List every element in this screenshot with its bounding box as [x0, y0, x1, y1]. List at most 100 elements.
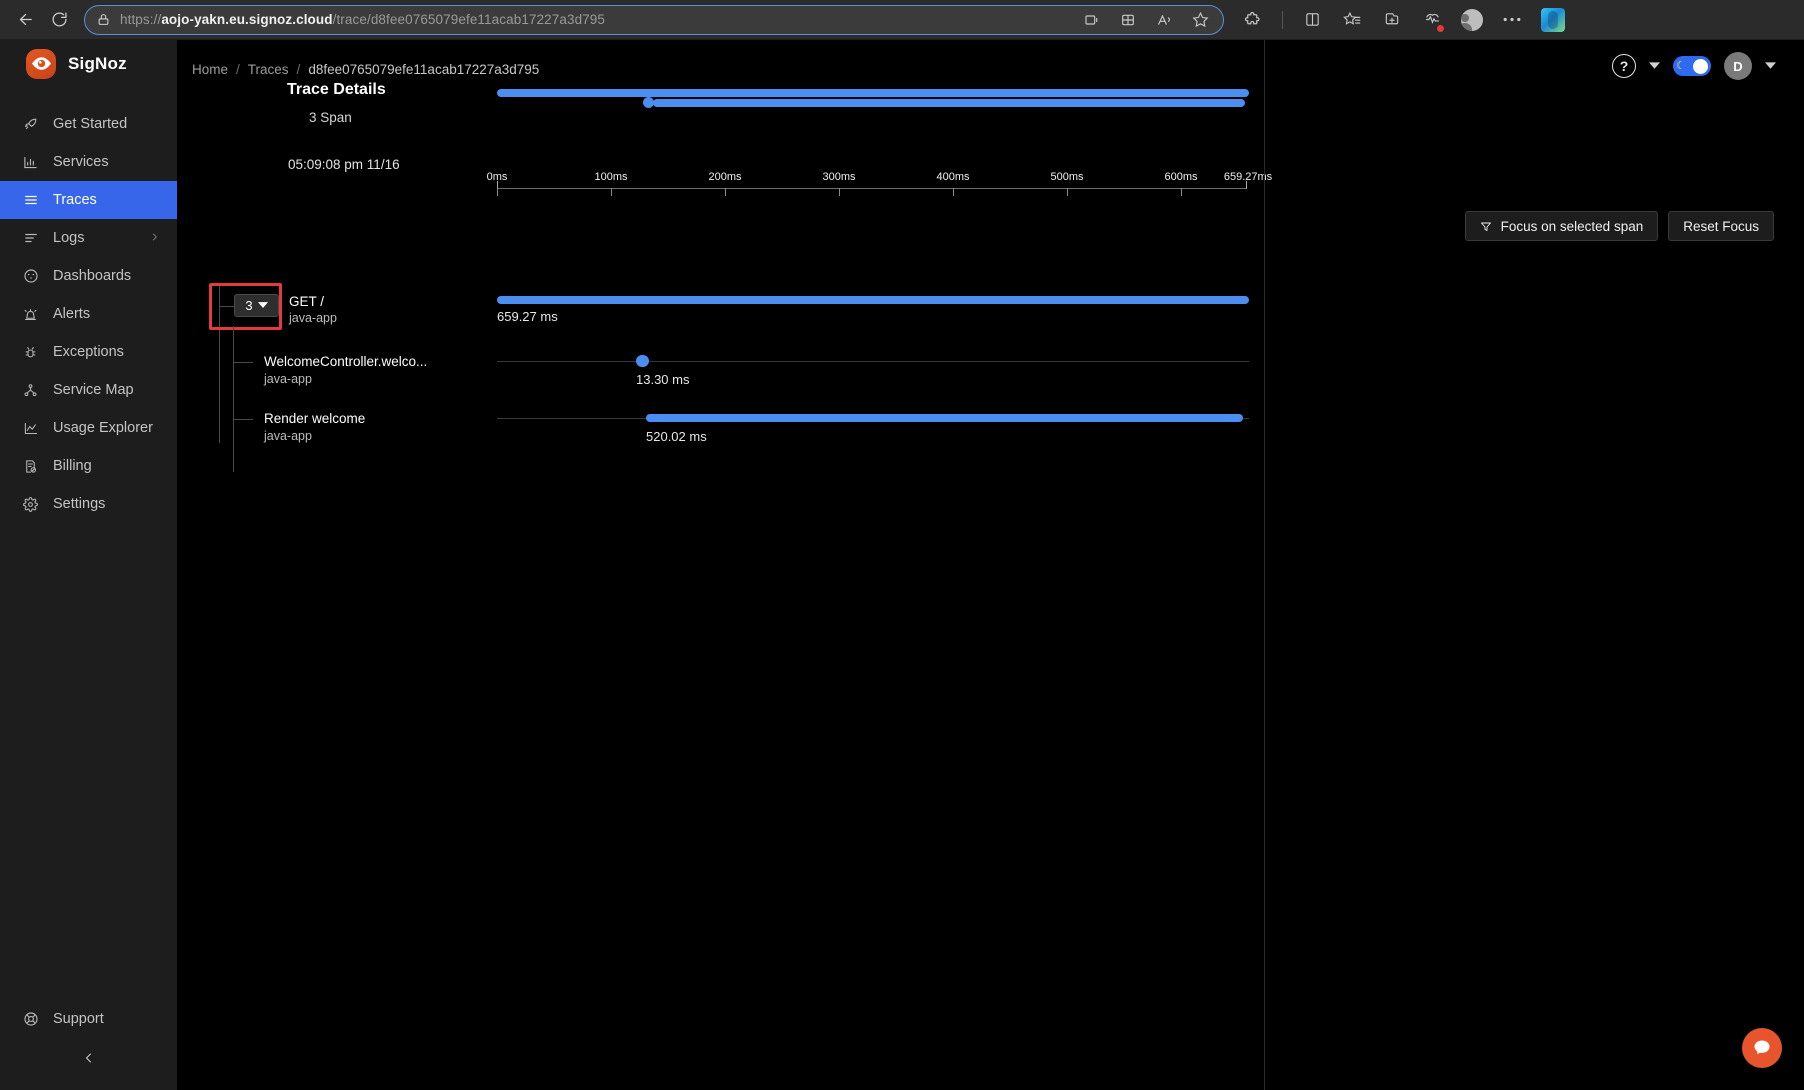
span-tree-cell: 3 GET / java-app [177, 283, 497, 443]
sidebar-item-service-map[interactable]: Service Map [0, 371, 177, 409]
ruler-tick [611, 188, 612, 196]
span-service: java-app [264, 429, 312, 443]
sidebar-item-usage-explorer[interactable]: Usage Explorer [0, 409, 177, 447]
timeline-ruler: 0ms 100ms 200ms 300ms 400ms 500ms 600ms … [177, 171, 1272, 196]
browser-back-button[interactable] [10, 5, 40, 35]
sidebar-collapse-button[interactable] [0, 1038, 177, 1082]
split-screen-icon[interactable] [1081, 9, 1103, 31]
sidebar-item-exceptions[interactable]: Exceptions [0, 333, 177, 371]
focus-on-selected-span-button[interactable]: Focus on selected span [1464, 211, 1659, 241]
support-chat-button[interactable] [1742, 1028, 1782, 1068]
span-count-label: 3 Span [309, 110, 352, 125]
lock-icon [97, 13, 110, 26]
moon-icon: ☾ [1676, 59, 1686, 72]
sidebar-item-label: Service Map [53, 382, 134, 398]
url-domain: aojo-yakn.eu.signoz.cloud [161, 12, 333, 27]
breadcrumb-home[interactable]: Home [192, 62, 228, 77]
sidebar-item-get-started[interactable]: Get Started [0, 105, 177, 143]
read-aloud-icon[interactable] [1153, 9, 1175, 31]
help-icon[interactable]: ? [1612, 54, 1636, 78]
span-name: Render welcome [264, 411, 366, 426]
sidebar-item-label: Billing [53, 458, 92, 474]
span-bar-cell: 659.27 ms [497, 283, 1264, 340]
browser-essentials-icon[interactable] [1301, 9, 1323, 31]
bar-chart-icon [22, 154, 39, 171]
ruler-tick-label: 400ms [936, 171, 970, 183]
breadcrumb-traces[interactable]: Traces [248, 62, 289, 77]
sidebar-item-label: Exceptions [53, 344, 124, 360]
sidebar-item-traces[interactable]: Traces [0, 181, 177, 219]
span-bar-cell: 520.02 ms [497, 397, 1264, 454]
focus-button-label: Focus on selected span [1500, 218, 1644, 234]
span-duration-bar[interactable] [636, 355, 649, 367]
span-duration-bar[interactable] [497, 296, 1249, 304]
collections-icon[interactable] [1117, 9, 1139, 31]
sidebar: SigNoz Get Started Services Traces Logs … [0, 40, 177, 1090]
account-chevron-down-icon[interactable] [1765, 57, 1776, 75]
dark-mode-toggle[interactable]: ☾ [1673, 56, 1711, 76]
page-title: Trace Details [287, 81, 386, 98]
ruler-tick-label: 200ms [708, 171, 742, 183]
reset-focus-button[interactable]: Reset Focus [1668, 211, 1774, 241]
help-chevron-down-icon[interactable] [1649, 57, 1660, 75]
brand-logo[interactable]: SigNoz [0, 40, 177, 87]
gear-icon [22, 496, 39, 513]
list-icon [22, 192, 39, 209]
rocket-icon [22, 116, 39, 133]
sidebar-item-logs[interactable]: Logs [0, 219, 177, 257]
sidebar-item-alerts[interactable]: Alerts [0, 295, 177, 333]
minimap-bar [653, 99, 1245, 107]
ruler-tick [953, 188, 954, 196]
span-service: java-app [264, 372, 312, 386]
address-bar[interactable]: https://aojo-yakn.eu.signoz.cloud/trace/… [84, 4, 1224, 35]
sidebar-item-label: Support [53, 1011, 104, 1027]
span-row[interactable]: Render welcome java-app 520.02 ms [177, 381, 1264, 472]
sidebar-item-label: Services [53, 154, 109, 170]
add-collection-icon[interactable] [1381, 9, 1403, 31]
ruler-tick [1181, 188, 1182, 196]
span-duration-bar[interactable] [646, 414, 1243, 422]
span-row[interactable]: WelcomeController.welco... java-app 13.3… [177, 326, 1264, 451]
more-icon[interactable] [1501, 9, 1523, 31]
breadcrumb-separator: / [236, 62, 240, 77]
chevron-right-icon[interactable] [150, 231, 159, 246]
sidebar-item-services[interactable]: Services [0, 143, 177, 181]
sidebar-item-billing[interactable]: Billing [0, 447, 177, 485]
star-icon[interactable] [1189, 9, 1211, 31]
sidebar-item-label: Settings [53, 496, 106, 512]
sidebar-item-label: Usage Explorer [53, 420, 153, 436]
ruler-tick-label: 0ms [486, 171, 508, 183]
toggle-knob [1693, 58, 1708, 74]
ruler-baseline [497, 188, 1246, 189]
breadcrumb: Home / Traces / d8fee0765079efe11acab172… [192, 62, 539, 77]
tree-connector [233, 362, 253, 363]
minimap-bar [497, 89, 1249, 97]
avatar[interactable]: D [1724, 52, 1752, 80]
profile-icon[interactable] [1461, 8, 1483, 31]
receipt-icon [22, 458, 39, 475]
span-duration-label: 13.30 ms [636, 372, 690, 387]
browser-health-icon[interactable] [1421, 9, 1445, 33]
notification-badge [1436, 23, 1445, 33]
favorites-icon[interactable] [1341, 9, 1363, 31]
child-count-label: 3 [245, 298, 253, 313]
extensions-icon[interactable] [1242, 9, 1264, 31]
sidebar-item-support[interactable]: Support [0, 1000, 177, 1038]
chat-bubble-icon [1752, 1038, 1772, 1058]
browser-refresh-button[interactable] [44, 5, 74, 35]
span-bar-cell: 13.30 ms [497, 340, 1264, 397]
url-path: /trace/d8fee0765079efe11acab17227a3d795 [332, 12, 606, 27]
span-duration-label: 520.02 ms [646, 429, 707, 444]
sidebar-nav: Get Started Services Traces Logs Dashboa… [0, 105, 177, 523]
signoz-eye-icon [26, 48, 56, 79]
sidebar-item-dashboards[interactable]: Dashboards [0, 257, 177, 295]
main-content: ? ☾ D Home / Traces / d8fee0765079efe11a… [177, 40, 1804, 1090]
ruler-tick [1067, 188, 1068, 196]
copilot-icon[interactable] [1541, 7, 1565, 32]
logs-icon [22, 230, 39, 247]
sidebar-item-settings[interactable]: Settings [0, 485, 177, 523]
chevron-down-icon [257, 302, 268, 309]
toolbar-divider [1282, 10, 1283, 29]
span-collapse-toggle[interactable]: 3 [234, 294, 279, 317]
span-row[interactable]: 3 GET / java-app 659.27 ms [177, 283, 1264, 443]
